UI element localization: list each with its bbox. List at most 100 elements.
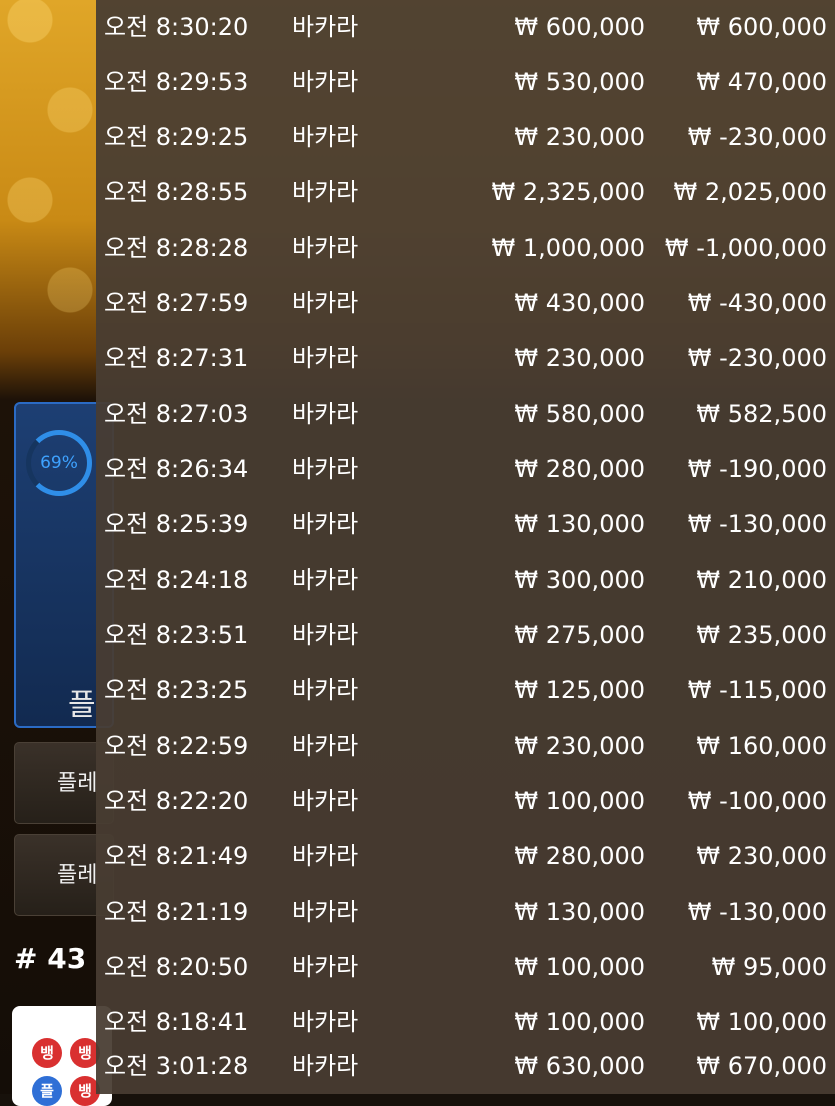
history-time: 오전 8:30:20 <box>104 13 249 41</box>
history-bet-amount: ₩ 530,000 <box>514 68 645 96</box>
road-mark-banker: 뱅 <box>32 1038 62 1068</box>
history-row[interactable]: 오전 8:29:53 바카라 ₩ 530,000 ₩ 470,000 <box>96 55 835 110</box>
history-bet-amount: ₩ 275,000 <box>514 621 645 649</box>
history-win-amount: ₩ -1,000,000 <box>664 234 827 262</box>
history-row[interactable]: 오전 8:29:25 바카라 ₩ 230,000 ₩ -230,000 <box>96 110 835 165</box>
history-win-amount: ₩ -190,000 <box>687 455 827 483</box>
history-bet-amount: ₩ 230,000 <box>514 344 645 372</box>
history-game: 바카라 <box>292 842 359 870</box>
history-time: 오전 8:22:59 <box>104 732 249 760</box>
history-bet-amount: ₩ 230,000 <box>514 123 645 151</box>
history-row[interactable]: 오전 8:27:59 바카라 ₩ 430,000 ₩ -430,000 <box>96 276 835 331</box>
history-win-amount: ₩ 160,000 <box>696 732 827 760</box>
history-row[interactable]: 오전 8:20:50 바카라 ₩ 100,000 ₩ 95,000 <box>96 940 835 995</box>
history-game: 바카라 <box>292 178 359 206</box>
history-game: 바카라 <box>292 68 359 96</box>
history-bet-amount: ₩ 230,000 <box>514 732 645 760</box>
history-time: 오전 8:23:51 <box>104 621 249 649</box>
history-win-amount: ₩ -230,000 <box>687 344 827 372</box>
history-time: 오전 8:21:49 <box>104 842 249 870</box>
history-row[interactable]: 오전 8:22:59 바카라 ₩ 230,000 ₩ 160,000 <box>96 719 835 774</box>
history-time: 오전 3:01:28 <box>104 1052 249 1080</box>
history-game: 바카라 <box>292 621 359 649</box>
history-win-amount: ₩ 470,000 <box>696 68 827 96</box>
history-bet-amount: ₩ 130,000 <box>514 898 645 926</box>
history-game: 바카라 <box>292 123 359 151</box>
history-time: 오전 8:20:50 <box>104 953 249 981</box>
history-time: 오전 8:26:34 <box>104 455 249 483</box>
history-row[interactable]: 오전 8:22:20 바카라 ₩ 100,000 ₩ -100,000 <box>96 774 835 829</box>
road-mark-player: 플 <box>32 1076 62 1106</box>
history-time: 오전 8:28:55 <box>104 178 249 206</box>
history-game: 바카라 <box>292 787 359 815</box>
history-time: 오전 8:24:18 <box>104 566 249 594</box>
history-win-amount: ₩ 670,000 <box>696 1052 827 1080</box>
history-game: 바카라 <box>292 676 359 704</box>
history-game: 바카라 <box>292 566 359 594</box>
history-bet-amount: ₩ 630,000 <box>514 1052 645 1080</box>
bet-button-label: 플레 <box>57 771 98 796</box>
history-time: 오전 8:25:39 <box>104 510 249 538</box>
history-row[interactable]: 오전 8:30:20 바카라 ₩ 600,000 ₩ 600,000 <box>96 0 835 55</box>
history-row[interactable]: 오전 8:21:49 바카라 ₩ 280,000 ₩ 230,000 <box>96 829 835 884</box>
history-win-amount: ₩ 210,000 <box>696 566 827 594</box>
history-game: 바카라 <box>292 732 359 760</box>
history-row[interactable]: 오전 8:23:25 바카라 ₩ 125,000 ₩ -115,000 <box>96 663 835 718</box>
history-win-amount: ₩ 230,000 <box>696 842 827 870</box>
history-game: 바카라 <box>292 344 359 372</box>
history-game: 바카라 <box>292 898 359 926</box>
history-time: 오전 8:23:25 <box>104 676 249 704</box>
history-bet-amount: ₩ 300,000 <box>514 566 645 594</box>
history-row[interactable]: 오전 8:21:19 바카라 ₩ 130,000 ₩ -130,000 <box>96 885 835 940</box>
history-row[interactable]: 오전 8:27:03 바카라 ₩ 580,000 ₩ 582,500 <box>96 387 835 442</box>
history-row[interactable]: 오전 8:24:18 바카라 ₩ 300,000 ₩ 210,000 <box>96 553 835 608</box>
history-game: 바카라 <box>292 400 359 428</box>
history-bet-amount: ₩ 125,000 <box>514 676 645 704</box>
history-time: 오전 8:27:03 <box>104 400 249 428</box>
history-bet-amount: ₩ 280,000 <box>514 455 645 483</box>
history-win-amount: ₩ -115,000 <box>687 676 827 704</box>
betting-timer-percent: 69% <box>40 453 78 473</box>
history-bet-amount: ₩ 1,000,000 <box>491 234 645 262</box>
history-row[interactable]: 오전 8:26:34 바카라 ₩ 280,000 ₩ -190,000 <box>96 442 835 497</box>
history-win-amount: ₩ -100,000 <box>687 787 827 815</box>
history-game: 바카라 <box>292 1052 359 1080</box>
history-time: 오전 8:27:31 <box>104 344 249 372</box>
history-bet-amount: ₩ 600,000 <box>514 13 645 41</box>
history-row[interactable]: 오전 8:25:39 바카라 ₩ 130,000 ₩ -130,000 <box>96 497 835 552</box>
history-game: 바카라 <box>292 234 359 262</box>
round-number: # 43 <box>14 942 87 975</box>
bet-button-label: 플레 <box>57 863 98 888</box>
history-row[interactable]: 오전 8:28:28 바카라 ₩ 1,000,000 ₩ -1,000,000 <box>96 221 835 276</box>
history-time: 오전 8:29:53 <box>104 68 249 96</box>
history-win-amount: ₩ -230,000 <box>687 123 827 151</box>
history-bet-amount: ₩ 100,000 <box>514 787 645 815</box>
history-bet-amount: ₩ 280,000 <box>514 842 645 870</box>
history-row[interactable]: 오전 8:28:55 바카라 ₩ 2,325,000 ₩ 2,025,000 <box>96 165 835 220</box>
history-time: 오전 8:28:28 <box>104 234 249 262</box>
history-win-amount: ₩ 235,000 <box>696 621 827 649</box>
history-time: 오전 8:27:59 <box>104 289 249 317</box>
history-win-amount: ₩ 582,500 <box>696 400 827 428</box>
history-bet-amount: ₩ 130,000 <box>514 510 645 538</box>
history-game: 바카라 <box>292 455 359 483</box>
history-win-amount: ₩ -130,000 <box>687 510 827 538</box>
history-row[interactable]: 오전 8:23:51 바카라 ₩ 275,000 ₩ 235,000 <box>96 608 835 663</box>
history-win-amount: ₩ 95,000 <box>711 953 827 981</box>
history-win-amount: ₩ -430,000 <box>687 289 827 317</box>
history-time: 오전 8:22:20 <box>104 787 249 815</box>
history-win-amount: ₩ 2,025,000 <box>673 178 827 206</box>
history-row[interactable]: 오전 8:27:31 바카라 ₩ 230,000 ₩ -230,000 <box>96 331 835 386</box>
history-time: 오전 8:29:25 <box>104 123 249 151</box>
history-bet-amount: ₩ 580,000 <box>514 400 645 428</box>
history-game: 바카라 <box>292 510 359 538</box>
history-bet-amount: ₩ 430,000 <box>514 289 645 317</box>
history-win-amount: ₩ -130,000 <box>687 898 827 926</box>
player-area-label: 플 <box>68 688 96 723</box>
history-row[interactable]: 오전 3:01:28 바카라 ₩ 630,000 ₩ 670,000 <box>96 1039 835 1094</box>
history-bet-amount: ₩ 2,325,000 <box>491 178 645 206</box>
bet-history-list[interactable]: 오전 8:30:20 바카라 ₩ 600,000 ₩ 600,000 오전 8:… <box>96 0 835 1094</box>
history-time: 오전 8:21:19 <box>104 898 249 926</box>
history-game: 바카라 <box>292 289 359 317</box>
history-game: 바카라 <box>292 953 359 981</box>
